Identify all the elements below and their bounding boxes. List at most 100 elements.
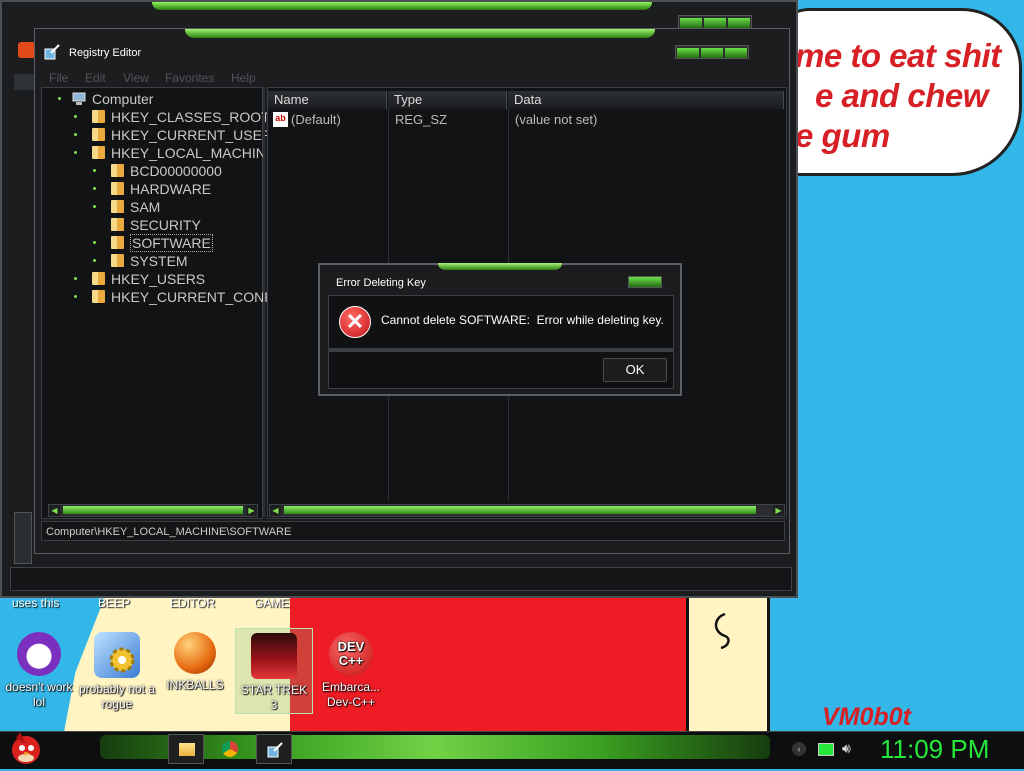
expand-dot[interactable] xyxy=(74,151,77,154)
tree-item-hkey-classes-root[interactable]: HKEY_CLASSES_ROOT xyxy=(74,108,270,126)
watermark-text: VM0b0t xyxy=(822,703,911,731)
expand-dot[interactable] xyxy=(93,205,96,208)
column-header-data[interactable]: Data xyxy=(508,91,784,109)
expand-dot[interactable] xyxy=(93,241,96,244)
value-name: (Default) xyxy=(291,112,341,127)
bubble-text-line-3: e gum xyxy=(795,117,890,154)
folder-icon xyxy=(111,218,124,231)
expand-dot[interactable] xyxy=(74,115,77,118)
desktop-icon-label: Embarca... Dev-C++ xyxy=(321,680,381,709)
status-bar-path: Computer\HKEY_LOCAL_MACHINE\SOFTWARE xyxy=(41,521,785,541)
maximize-button[interactable] xyxy=(704,18,726,28)
taskbar-clock[interactable]: 11:09 PM xyxy=(880,734,989,765)
show-hidden-icons-icon[interactable]: ‹ xyxy=(792,742,806,756)
desktop-icon-dev-cpp[interactable]: DEV C++ Embarca... Dev-C++ xyxy=(312,632,390,710)
scroll-left-arrow-icon[interactable]: ◀ xyxy=(49,505,60,516)
dialog-message: Cannot delete SOFTWARE: Error while dele… xyxy=(381,313,664,327)
folder-icon xyxy=(92,110,105,123)
tree-item-hkey-local-machine[interactable]: HKEY_LOCAL_MACHINE xyxy=(74,144,276,162)
desktop-icon-yahoo[interactable]: doesn't work lol xyxy=(0,632,78,710)
dialog-close-button[interactable] xyxy=(628,276,662,288)
taskbar-regedit-button[interactable] xyxy=(256,734,292,764)
desktop-icon-label-partial: GAME xyxy=(254,596,290,610)
tree-pane[interactable]: Computer HKEY_CLASSES_ROOT HKEY_CURRENT_… xyxy=(41,87,277,519)
taskbar-explorer-button[interactable] xyxy=(168,734,204,764)
registry-editor-icon xyxy=(267,742,283,758)
folder-icon xyxy=(111,182,124,195)
taskbar-chrome-button[interactable] xyxy=(212,734,248,764)
tree-item-label: HKEY_USERS xyxy=(111,271,206,287)
close-button[interactable] xyxy=(728,18,750,28)
error-dialog[interactable]: Error Deleting Key ✕ Cannot delete SOFTW… xyxy=(318,263,682,396)
value-type: REG_SZ xyxy=(395,112,448,127)
tree-item-label: HKEY_LOCAL_MACHINE xyxy=(111,145,276,161)
network-icon[interactable] xyxy=(818,743,834,756)
tree-item-label: HKEY_CURRENT_CONFI xyxy=(111,289,277,305)
menu-view[interactable]: View xyxy=(123,71,149,85)
tree-item-hardware[interactable]: HARDWARE xyxy=(93,180,212,198)
gear-computer-icon xyxy=(94,632,140,678)
menu-favorites[interactable]: Favorites xyxy=(165,71,214,85)
tree-item-security[interactable]: SECURITY xyxy=(111,216,201,234)
expand-dot[interactable] xyxy=(93,259,96,262)
menu-file[interactable]: File xyxy=(49,71,68,85)
scroll-right-arrow-icon[interactable]: ▶ xyxy=(773,505,784,516)
window-glow-bar xyxy=(185,29,655,38)
folder-icon xyxy=(111,164,124,177)
expand-dot[interactable] xyxy=(74,295,77,298)
desktop-icon-probably-not-a-rogue[interactable]: probably not a rogue xyxy=(78,632,156,712)
expand-dot[interactable] xyxy=(58,97,61,100)
bubble-text-line-2: e and chew xyxy=(815,77,988,114)
expand-dot[interactable] xyxy=(93,187,96,190)
column-header-name[interactable]: Name xyxy=(268,91,387,109)
inkball-icon xyxy=(174,632,216,674)
scrollbar-thumb[interactable] xyxy=(63,506,243,514)
menu-edit[interactable]: Edit xyxy=(85,71,106,85)
pane-splitter[interactable] xyxy=(263,87,265,517)
scrollbar-thumb[interactable] xyxy=(284,506,756,514)
start-button[interactable] xyxy=(8,728,44,766)
minimize-button[interactable] xyxy=(677,48,699,58)
expand-dot[interactable] xyxy=(74,133,77,136)
ok-button[interactable]: OK xyxy=(603,358,667,382)
window-title: Registry Editor xyxy=(69,47,142,59)
menu-help[interactable]: Help xyxy=(231,71,256,85)
close-button[interactable] xyxy=(725,48,747,58)
desktop-icon-label-partial: uses this xyxy=(12,596,60,610)
folder-icon xyxy=(92,128,105,141)
table-row[interactable]: ab (Default) REG_SZ (value not set) xyxy=(273,111,773,129)
tree-item-system[interactable]: SYSTEM xyxy=(93,252,188,270)
expand-dot[interactable] xyxy=(93,169,96,172)
desktop-icon-label: probably not a rogue xyxy=(78,682,156,711)
volume-icon[interactable]: 🔊︎ xyxy=(842,740,851,757)
star-trek-icon xyxy=(251,633,297,679)
desktop-icon-label-partial: EDITOR xyxy=(170,596,216,610)
tree-item-software[interactable]: SOFTWARE xyxy=(93,234,213,252)
desktop-icon-inkballs[interactable]: INKBALLS xyxy=(156,632,234,693)
tree-item-label: HARDWARE xyxy=(130,181,212,197)
dev-cpp-icon: DEV C++ xyxy=(329,632,373,676)
scroll-left-arrow-icon[interactable]: ◀ xyxy=(270,505,281,516)
tree-item-hkey-current-user[interactable]: HKEY_CURRENT_USER xyxy=(74,126,272,144)
folder-icon xyxy=(111,254,124,267)
tree-item-sam[interactable]: SAM xyxy=(93,198,161,216)
values-horizontal-scrollbar[interactable]: ◀ ▶ xyxy=(269,504,785,517)
tree-item-label: SAM xyxy=(130,199,161,215)
tree-item-bcd[interactable]: BCD00000000 xyxy=(93,162,222,180)
window-glow-bar xyxy=(152,2,652,10)
tree-item-hkey-current-config[interactable]: HKEY_CURRENT_CONFI xyxy=(74,288,277,306)
scroll-right-arrow-icon[interactable]: ▶ xyxy=(246,505,257,516)
column-header-type[interactable]: Type xyxy=(388,91,507,109)
minimize-button[interactable] xyxy=(680,18,702,28)
tree-item-computer[interactable]: Computer xyxy=(58,90,153,108)
maximize-button[interactable] xyxy=(701,48,723,58)
dialog-separator xyxy=(329,348,673,352)
tree-item-hkey-users[interactable]: HKEY_USERS xyxy=(74,270,206,288)
desktop-icon-label: doesn't work lol xyxy=(5,680,73,709)
folder-icon xyxy=(92,146,105,159)
wallpaper-doodle xyxy=(714,612,730,650)
desktop-icon-star-trek-3[interactable]: STAR TREK 3 xyxy=(235,628,313,714)
folder-icon xyxy=(111,200,124,213)
tree-horizontal-scrollbar[interactable]: ◀ ▶ xyxy=(48,504,258,517)
expand-dot[interactable] xyxy=(74,277,77,280)
